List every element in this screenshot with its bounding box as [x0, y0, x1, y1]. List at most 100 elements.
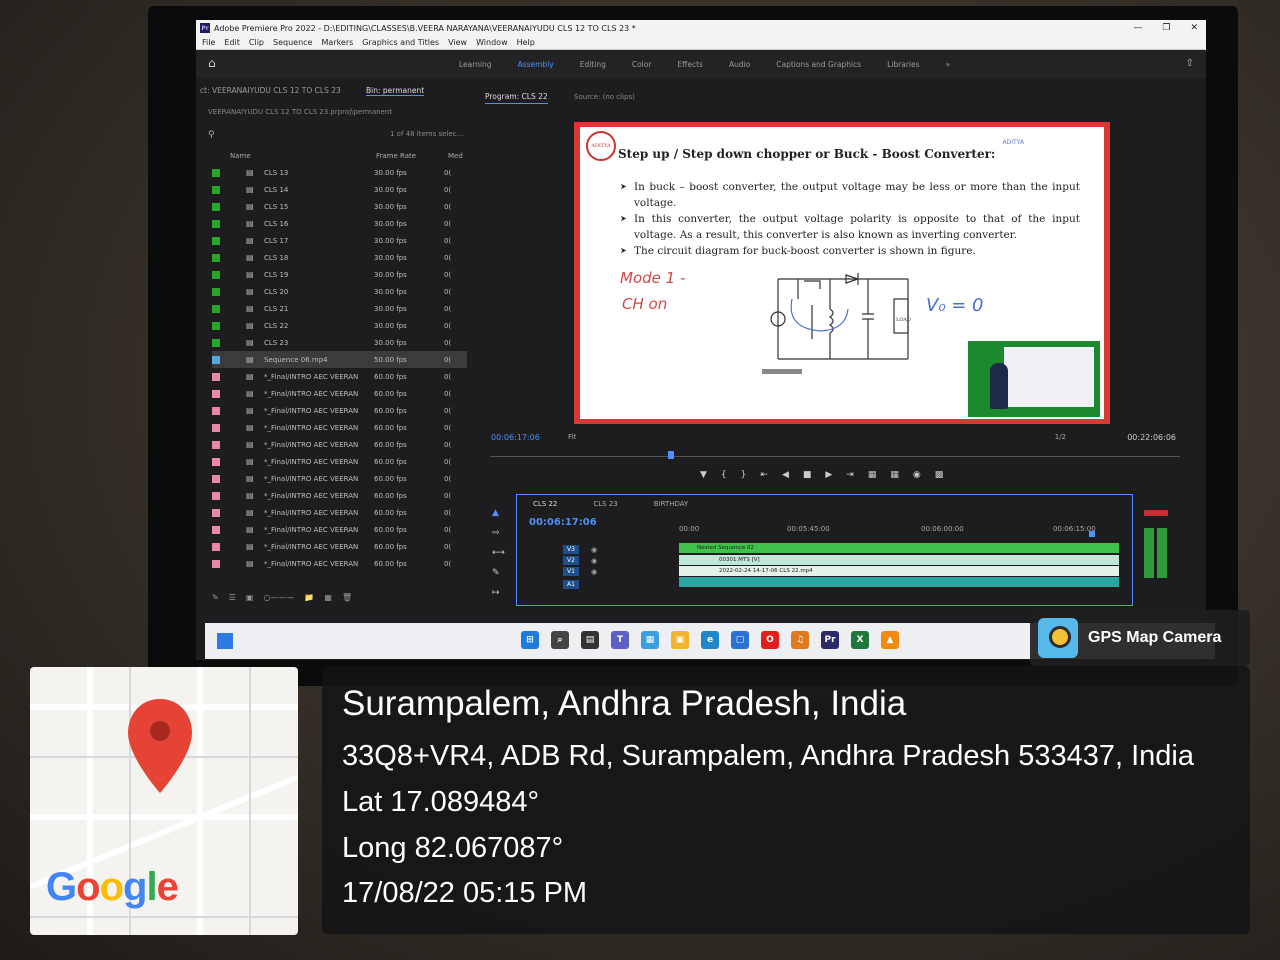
project-item[interactable]: ▤ *_Final/INTRO AEC VEERAN 60.00 fps 0( — [212, 368, 467, 385]
store-icon[interactable]: ▢ — [731, 631, 749, 649]
program-playhead[interactable] — [668, 451, 674, 459]
project-item[interactable]: ▤ CLS 21 30.00 fps 0( — [212, 300, 467, 317]
add-marker-icon[interactable]: ▼ — [700, 470, 707, 480]
label-color-swatch[interactable] — [212, 168, 220, 177]
label-color-swatch[interactable] — [212, 185, 220, 194]
track-v1[interactable]: V1 — [563, 567, 579, 576]
project-item[interactable]: ▤ CLS 23 30.00 fps 0( — [212, 334, 467, 351]
label-color-swatch[interactable] — [212, 559, 220, 568]
workspace-learning[interactable]: Learning — [446, 60, 505, 69]
project-item[interactable]: ▤ *_Final/INTRO AEC VEERAN 60.00 fps 0( — [212, 385, 467, 402]
edge-icon[interactable]: e — [701, 631, 719, 649]
label-color-swatch[interactable] — [212, 440, 220, 449]
zoom-slider[interactable]: ○——— — [263, 593, 294, 602]
workspace-assembly[interactable]: Assembly — [505, 60, 567, 69]
razor-tool-icon[interactable]: ✎ — [492, 568, 505, 578]
column-name[interactable]: Name — [230, 152, 251, 160]
timeline-tab-cls23[interactable]: CLS 23 — [593, 500, 617, 508]
task-view-icon[interactable]: ▤ — [581, 631, 599, 649]
home-icon[interactable]: ⌂ — [208, 56, 216, 70]
label-color-swatch[interactable] — [212, 236, 220, 245]
menu-window[interactable]: Window — [476, 38, 508, 47]
menu-sequence[interactable]: Sequence — [273, 38, 312, 47]
trash-icon[interactable]: 🗑 — [342, 593, 352, 602]
label-color-swatch[interactable] — [212, 219, 220, 228]
menu-clip[interactable]: Clip — [249, 38, 264, 47]
minimize-button[interactable]: — — [1133, 23, 1142, 33]
label-color-swatch[interactable] — [212, 202, 220, 211]
maximize-button[interactable]: ❐ — [1162, 23, 1170, 33]
explorer-icon[interactable]: ▣ — [671, 631, 689, 649]
stop-icon[interactable]: ■ — [803, 470, 812, 480]
selection-tool-icon[interactable]: ▲ — [492, 508, 505, 518]
project-item[interactable]: ▤ *_Final/INTRO AEC VEERAN 60.00 fps 0( — [212, 521, 467, 538]
workspace-libraries[interactable]: Libraries — [874, 60, 932, 69]
widgets-icon[interactable]: ▦ — [641, 631, 659, 649]
clip-mp4[interactable]: 2022-02-24 14-17-06 CLS 22.mp4 — [679, 566, 1119, 576]
clip-nested-sequence[interactable]: Nested Sequence 02 — [679, 543, 1119, 553]
slip-tool-icon[interactable]: ↦ — [492, 588, 505, 598]
label-color-swatch[interactable] — [212, 270, 220, 279]
label-color-swatch[interactable] — [212, 525, 220, 534]
column-frame-rate[interactable]: Frame Rate — [376, 152, 416, 160]
camera-icon[interactable]: ◉ — [913, 470, 921, 480]
audio-clip[interactable] — [679, 577, 1119, 587]
project-item[interactable]: ▤ *_Final/INTRO AEC VEERAN 60.00 fps 0( — [212, 436, 467, 453]
windows-icon[interactable]: ⊞ — [521, 631, 539, 649]
label-color-swatch[interactable] — [212, 372, 220, 381]
workspace-editing[interactable]: Editing — [567, 60, 619, 69]
label-color-swatch[interactable] — [212, 355, 220, 364]
track-a1[interactable]: A1 — [563, 580, 579, 589]
search-icon[interactable]: ⚲ — [208, 130, 215, 140]
program-scrubber[interactable] — [490, 450, 1180, 462]
new-item-icon[interactable]: ▦ — [324, 593, 332, 602]
workspace-audio[interactable]: Audio — [716, 60, 763, 69]
fit-dropdown[interactable]: Fit — [568, 433, 576, 441]
menu-graphics[interactable]: Graphics and Titles — [362, 38, 439, 47]
resolution-dropdown[interactable]: 1/2 — [1055, 433, 1066, 441]
time-ruler[interactable]: 00:00 00:05:45:00 00:06:00:00 00:06:15:0… — [679, 525, 1119, 537]
menu-markers[interactable]: Markers — [321, 38, 353, 47]
workspace-color[interactable]: Color — [619, 60, 665, 69]
workspace-effects[interactable]: Effects — [664, 60, 716, 69]
share-icon[interactable]: ⇧ — [1186, 58, 1194, 69]
vlc-icon[interactable]: ▲ — [881, 631, 899, 649]
close-button[interactable]: ✕ — [1190, 23, 1198, 33]
pencil-icon[interactable]: ✎ — [212, 593, 219, 602]
label-color-swatch[interactable] — [212, 491, 220, 500]
teams-icon[interactable]: T — [611, 631, 629, 649]
project-item[interactable]: ▤ *_Final/INTRO AEC VEERAN 60.00 fps 0( — [212, 419, 467, 436]
list-view-icon[interactable]: ☰ — [229, 593, 236, 602]
program-timecode[interactable]: 00:06:17:06 — [491, 433, 540, 442]
project-item[interactable]: ▤ *_Final/INTRO AEC VEERAN 60.00 fps 0( — [212, 538, 467, 555]
step-back-icon[interactable]: ◀ — [782, 470, 789, 480]
excel-icon[interactable]: X — [851, 631, 869, 649]
project-item[interactable]: ▤ CLS 16 30.00 fps 0( — [212, 215, 467, 232]
desktop-icon[interactable] — [217, 633, 233, 649]
label-color-swatch[interactable] — [212, 253, 220, 262]
program-tab[interactable]: Program: CLS 22 — [485, 92, 548, 104]
go-to-out-icon[interactable]: ⇥ — [846, 470, 854, 480]
label-color-swatch[interactable] — [212, 423, 220, 432]
timeline-tab-birthday[interactable]: BIRTHDAY — [654, 500, 689, 508]
source-tab[interactable]: Source: (no clips) — [574, 93, 635, 101]
compare-icon[interactable]: ▩ — [935, 470, 944, 480]
label-color-swatch[interactable] — [212, 457, 220, 466]
project-item[interactable]: ▤ *_Final/INTRO AEC VEERAN 60.00 fps 0( — [212, 555, 467, 572]
project-item[interactable]: ▤ CLS 13 30.00 fps 0( — [212, 164, 467, 181]
label-color-swatch[interactable] — [212, 508, 220, 517]
project-item[interactable]: ▤ *_Final/INTRO AEC VEERAN 60.00 fps 0( — [212, 402, 467, 419]
timeline-playhead[interactable] — [1089, 531, 1095, 537]
menu-file[interactable]: File — [202, 38, 215, 47]
project-item[interactable]: ▤ CLS 14 30.00 fps 0( — [212, 181, 467, 198]
go-to-in-icon[interactable]: ⇤ — [760, 470, 768, 480]
opera-icon[interactable]: O — [761, 631, 779, 649]
label-color-swatch[interactable] — [212, 338, 220, 347]
search-icon[interactable]: ⌕ — [551, 631, 569, 649]
icon-view-icon[interactable]: ▣ — [246, 593, 254, 602]
project-item[interactable]: ▤ Sequence 06.mp4 50.00 fps 0( — [212, 351, 467, 368]
project-item[interactable]: ▤ CLS 18 30.00 fps 0( — [212, 249, 467, 266]
label-color-swatch[interactable] — [212, 321, 220, 330]
project-item[interactable]: ▤ *_Final/INTRO AEC VEERAN 60.00 fps 0( — [212, 453, 467, 470]
label-color-swatch[interactable] — [212, 389, 220, 398]
